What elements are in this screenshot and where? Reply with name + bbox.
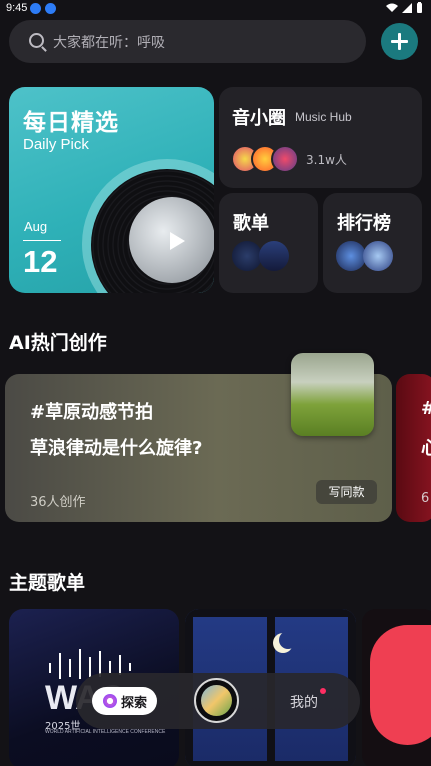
explore-icon [103,694,117,708]
ai-card-tag: # [421,398,431,419]
search-icon [29,33,44,48]
ai-card-question: 心 [421,438,431,459]
theme-section-title: 主题歌单 [9,572,86,594]
create-button[interactable] [381,23,418,60]
ai-creation-card[interactable]: # 心 6 [396,374,431,522]
theme-playlist-card[interactable] [362,609,431,766]
search-placeholder: 大家都在听：呼吸 [53,35,165,51]
playlist-tile[interactable]: 歌单 [219,193,318,293]
battery-icon [417,2,422,13]
playlist-tile-title: 歌单 [233,213,269,234]
music-hub-title: 音小圈 [232,108,286,129]
bluetooth-icon [30,3,41,14]
nav-mine[interactable]: 我的 [290,692,318,712]
status-time: 9:45 [6,2,28,14]
music-hub-card[interactable]: 音小圈 Music Hub 3.1w人 [219,87,422,188]
ai-card-question: 草浪律动是什么旋律? [30,438,203,459]
status-icons [386,2,423,13]
theme-card-subtitle: WORLD ARTIFICIAL INTELLIGENCE CONFERENCE [45,729,166,735]
grassland-image [291,353,374,436]
wifi-icon [386,3,398,12]
now-playing-artwork [201,685,232,716]
now-playing-button[interactable] [194,678,239,723]
playlist-thumb [259,241,289,271]
daily-pick-title: 每日精选 [23,110,119,136]
daily-pick-subtitle: Daily Pick [23,136,89,153]
status-bar: 9:45 [0,0,431,18]
ai-card-creator-count: 6 [421,491,430,506]
nav-explore[interactable]: 探索 [92,687,157,715]
notification-dot [320,688,326,694]
heart-character-image [370,625,431,745]
date-month: Aug [24,219,48,234]
ai-section-title: AI热门创作 [9,332,107,354]
play-icon[interactable] [170,232,185,250]
music-hub-subtitle: Music Hub [295,110,352,124]
signal-icon [402,2,412,13]
ranking-tile-title: 排行榜 [337,213,391,234]
bottom-nav: 探索 我的 [76,673,360,729]
daily-pick-card[interactable]: 每日精选 Daily Pick Aug 12 [9,87,214,293]
ranking-thumb [336,241,366,271]
playlist-thumb [232,241,262,271]
avatar [271,145,299,173]
ai-card-creator-count: 36人创作 [30,495,86,510]
nav-explore-label: 探索 [121,696,148,711]
date-day: 12 [23,244,58,279]
write-same-button[interactable]: 写同款 [316,480,377,504]
ai-card-tag: #草原动感节拍 [30,402,154,423]
moon-icon [279,631,297,649]
ranking-tile[interactable]: 排行榜 [323,193,422,293]
ranking-thumb [363,241,393,271]
bluetooth-icon [45,3,56,14]
search-bar[interactable]: 大家都在听：呼吸 [9,20,366,63]
music-hub-count: 3.1w人 [306,153,347,167]
date-divider [23,240,61,241]
